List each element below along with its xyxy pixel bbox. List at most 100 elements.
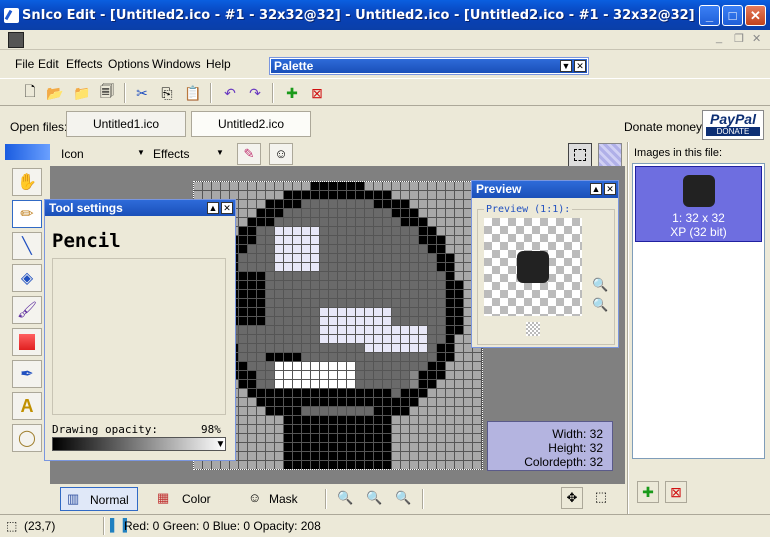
color-picker-icon[interactable]: ✒ <box>12 360 42 388</box>
open-folder-icon[interactable]: 📁 <box>72 83 92 103</box>
cursor-coords: (23,7) <box>24 519 56 533</box>
zoom-in-icon[interactable]: 🔍 <box>592 277 608 293</box>
menu-edit[interactable]: Edit <box>38 57 59 71</box>
mdi-restore-icon[interactable]: ❐ <box>734 32 744 45</box>
info-colordepth: Colordepth: 32 <box>524 455 603 469</box>
background-pattern-icon[interactable] <box>598 143 622 167</box>
fill-bucket-icon[interactable]: ◈ <box>12 264 42 292</box>
zoom-fit-icon[interactable]: 🔍 <box>366 490 382 506</box>
menu-options[interactable]: Options <box>108 57 149 71</box>
zoom-out-icon[interactable]: 🔍 <box>592 297 608 313</box>
maximize-button[interactable]: □ <box>722 5 743 26</box>
status-bar: ⬚ (23,7) ▌▐ Red: 0 Green: 0 Blue: 0 Opac… <box>0 514 770 537</box>
color-view-button[interactable]: Color <box>182 492 211 506</box>
add-image-icon[interactable]: ✚ <box>637 481 659 503</box>
new-image-icon[interactable]: 🗐 <box>97 83 117 103</box>
center-view-icon[interactable]: ✥ <box>561 487 583 509</box>
tool-settings-close-icon[interactable]: ✕ <box>221 202 233 214</box>
palette-collapse-icon[interactable]: ▼ <box>560 60 572 72</box>
color-swatch[interactable] <box>5 144 50 160</box>
image-size-label: 1: 32 x 32 <box>672 211 725 225</box>
paste-icon[interactable]: 📋 <box>183 83 203 103</box>
lasso-tool-icon[interactable]: ◯ <box>12 424 42 452</box>
tool-settings-panel: Tool settings ▲ ✕ Pencil Drawing opacity… <box>44 199 236 461</box>
text-tool-icon[interactable]: A <box>12 392 42 420</box>
new-file-icon[interactable]: 🗋 <box>20 83 40 103</box>
image-format-label: XP (32 bit) <box>670 225 727 239</box>
donate-label: Donate money: <box>624 120 706 134</box>
info-height: Height: 32 <box>548 441 603 455</box>
toolbar-separator <box>272 83 274 103</box>
pixel-grid-canvas[interactable] <box>193 181 483 470</box>
redo-icon[interactable]: ↷ <box>245 83 265 103</box>
palette-tool-icon[interactable]: ✎ <box>237 143 261 165</box>
minimize-button[interactable]: _ <box>699 5 720 26</box>
toolbar-separator <box>124 83 126 103</box>
chevron-down-icon[interactable]: ▼ <box>137 148 145 157</box>
mdi-minimize-icon[interactable]: _ <box>716 32 722 44</box>
line-tool-icon[interactable]: ╲ <box>12 232 42 260</box>
preview-panel: Preview ▲ ✕ Preview (1:1): 🔍 🔍 <box>471 180 619 348</box>
menu-file[interactable]: File <box>15 57 34 71</box>
tool-name: Pencil <box>52 230 121 252</box>
file-tab-untitled2[interactable]: Untitled2.ico <box>191 111 311 137</box>
preview-close-icon[interactable]: ✕ <box>604 183 616 195</box>
delete-image-icon[interactable]: ⊠ <box>665 481 687 503</box>
hand-tool-icon[interactable]: ✋ <box>12 168 42 196</box>
paypal-logo: PayPal <box>710 111 756 127</box>
undo-icon[interactable]: ↶ <box>220 83 240 103</box>
palette-window[interactable]: Palette ▼ ✕ <box>269 57 589 75</box>
info-width: Width: 32 <box>552 427 603 441</box>
palette-close-icon[interactable]: ✕ <box>574 60 586 72</box>
delete-image-icon[interactable]: ⊠ <box>307 83 327 103</box>
menu-help[interactable]: Help <box>206 57 231 71</box>
mask-tool-icon[interactable]: ☺ <box>269 143 293 165</box>
paypal-donate-button[interactable]: PayPal DONATE <box>702 110 764 140</box>
open-files-label: Open files: <box>10 120 68 134</box>
image-list-item[interactable]: 1: 32 x 32 XP (32 bit) <box>635 166 762 242</box>
cut-icon[interactable]: ✂ <box>132 83 152 103</box>
images-panel: Images in this file: 1: 32 x 32 XP (32 b… <box>627 142 770 514</box>
chevron-down-icon[interactable]: ▼ <box>216 148 224 157</box>
normal-view-button[interactable]: ▥ Normal <box>60 487 138 511</box>
toolbar-separator <box>210 83 212 103</box>
document-icon[interactable] <box>8 32 24 48</box>
normal-view-icon: ▥ <box>67 491 80 506</box>
mask-view-button[interactable]: Mask <box>269 492 298 506</box>
main-toolbar: 🗋 📂 📁 🗐 ✂ ⎘ 📋 ↶ ↷ ✚ ⊠ <box>0 78 770 106</box>
color-view-icon[interactable]: ▦ <box>157 490 169 506</box>
mask-view-icon[interactable]: ☺ <box>248 490 261 505</box>
file-tab-untitled1[interactable]: Untitled1.ico <box>66 111 186 137</box>
effects-dropdown[interactable]: Effects <box>153 147 189 161</box>
palette-title: Palette <box>271 59 587 73</box>
opacity-slider-thumb[interactable]: ▼ <box>216 439 226 450</box>
menu-effects[interactable]: Effects <box>66 57 102 71</box>
preview-collapse-icon[interactable]: ▲ <box>590 183 602 195</box>
tool-settings-collapse-icon[interactable]: ▲ <box>207 202 219 214</box>
title-bar: SnIco Edit - [Untitled2.ico - #1 - 32x32… <box>0 0 770 30</box>
opacity-slider[interactable] <box>52 437 226 451</box>
open-file-icon[interactable]: 📂 <box>45 83 65 103</box>
cursor-position-icon: ⬚ <box>6 519 18 533</box>
images-list[interactable]: 1: 32 x 32 XP (32 bit) <box>632 163 765 459</box>
opacity-value: 98% <box>201 423 221 436</box>
crop-icon[interactable]: ⬚ <box>590 487 612 509</box>
brush-tool-icon[interactable]: 🖌 <box>12 296 42 324</box>
rectangle-tool-icon[interactable] <box>12 328 42 356</box>
images-panel-title: Images in this file: <box>634 147 723 159</box>
transparency-icon[interactable] <box>526 322 540 336</box>
mdi-close-icon[interactable]: ✕ <box>752 32 761 45</box>
zoom-in-icon[interactable]: 🔍 <box>337 490 353 506</box>
image-info-box: Width: 32 Height: 32 Colordepth: 32 <box>487 421 613 471</box>
icon-dropdown[interactable]: Icon <box>61 147 84 161</box>
close-button[interactable]: ✕ <box>745 5 766 26</box>
zoom-out-icon[interactable]: 🔍 <box>395 490 411 506</box>
copy-icon[interactable]: ⎘ <box>157 83 177 103</box>
color-info: Red: 0 Green: 0 Blue: 0 Opacity: 208 <box>124 519 321 533</box>
menu-windows[interactable]: Windows <box>152 57 201 71</box>
app-icon[interactable] <box>4 8 19 23</box>
pencil-tool-icon[interactable]: ✏ <box>12 200 42 228</box>
open-files-bar: Open files: Untitled1.ico Untitled2.ico … <box>0 110 770 140</box>
select-region-icon[interactable] <box>568 143 592 167</box>
add-image-icon[interactable]: ✚ <box>282 83 302 103</box>
